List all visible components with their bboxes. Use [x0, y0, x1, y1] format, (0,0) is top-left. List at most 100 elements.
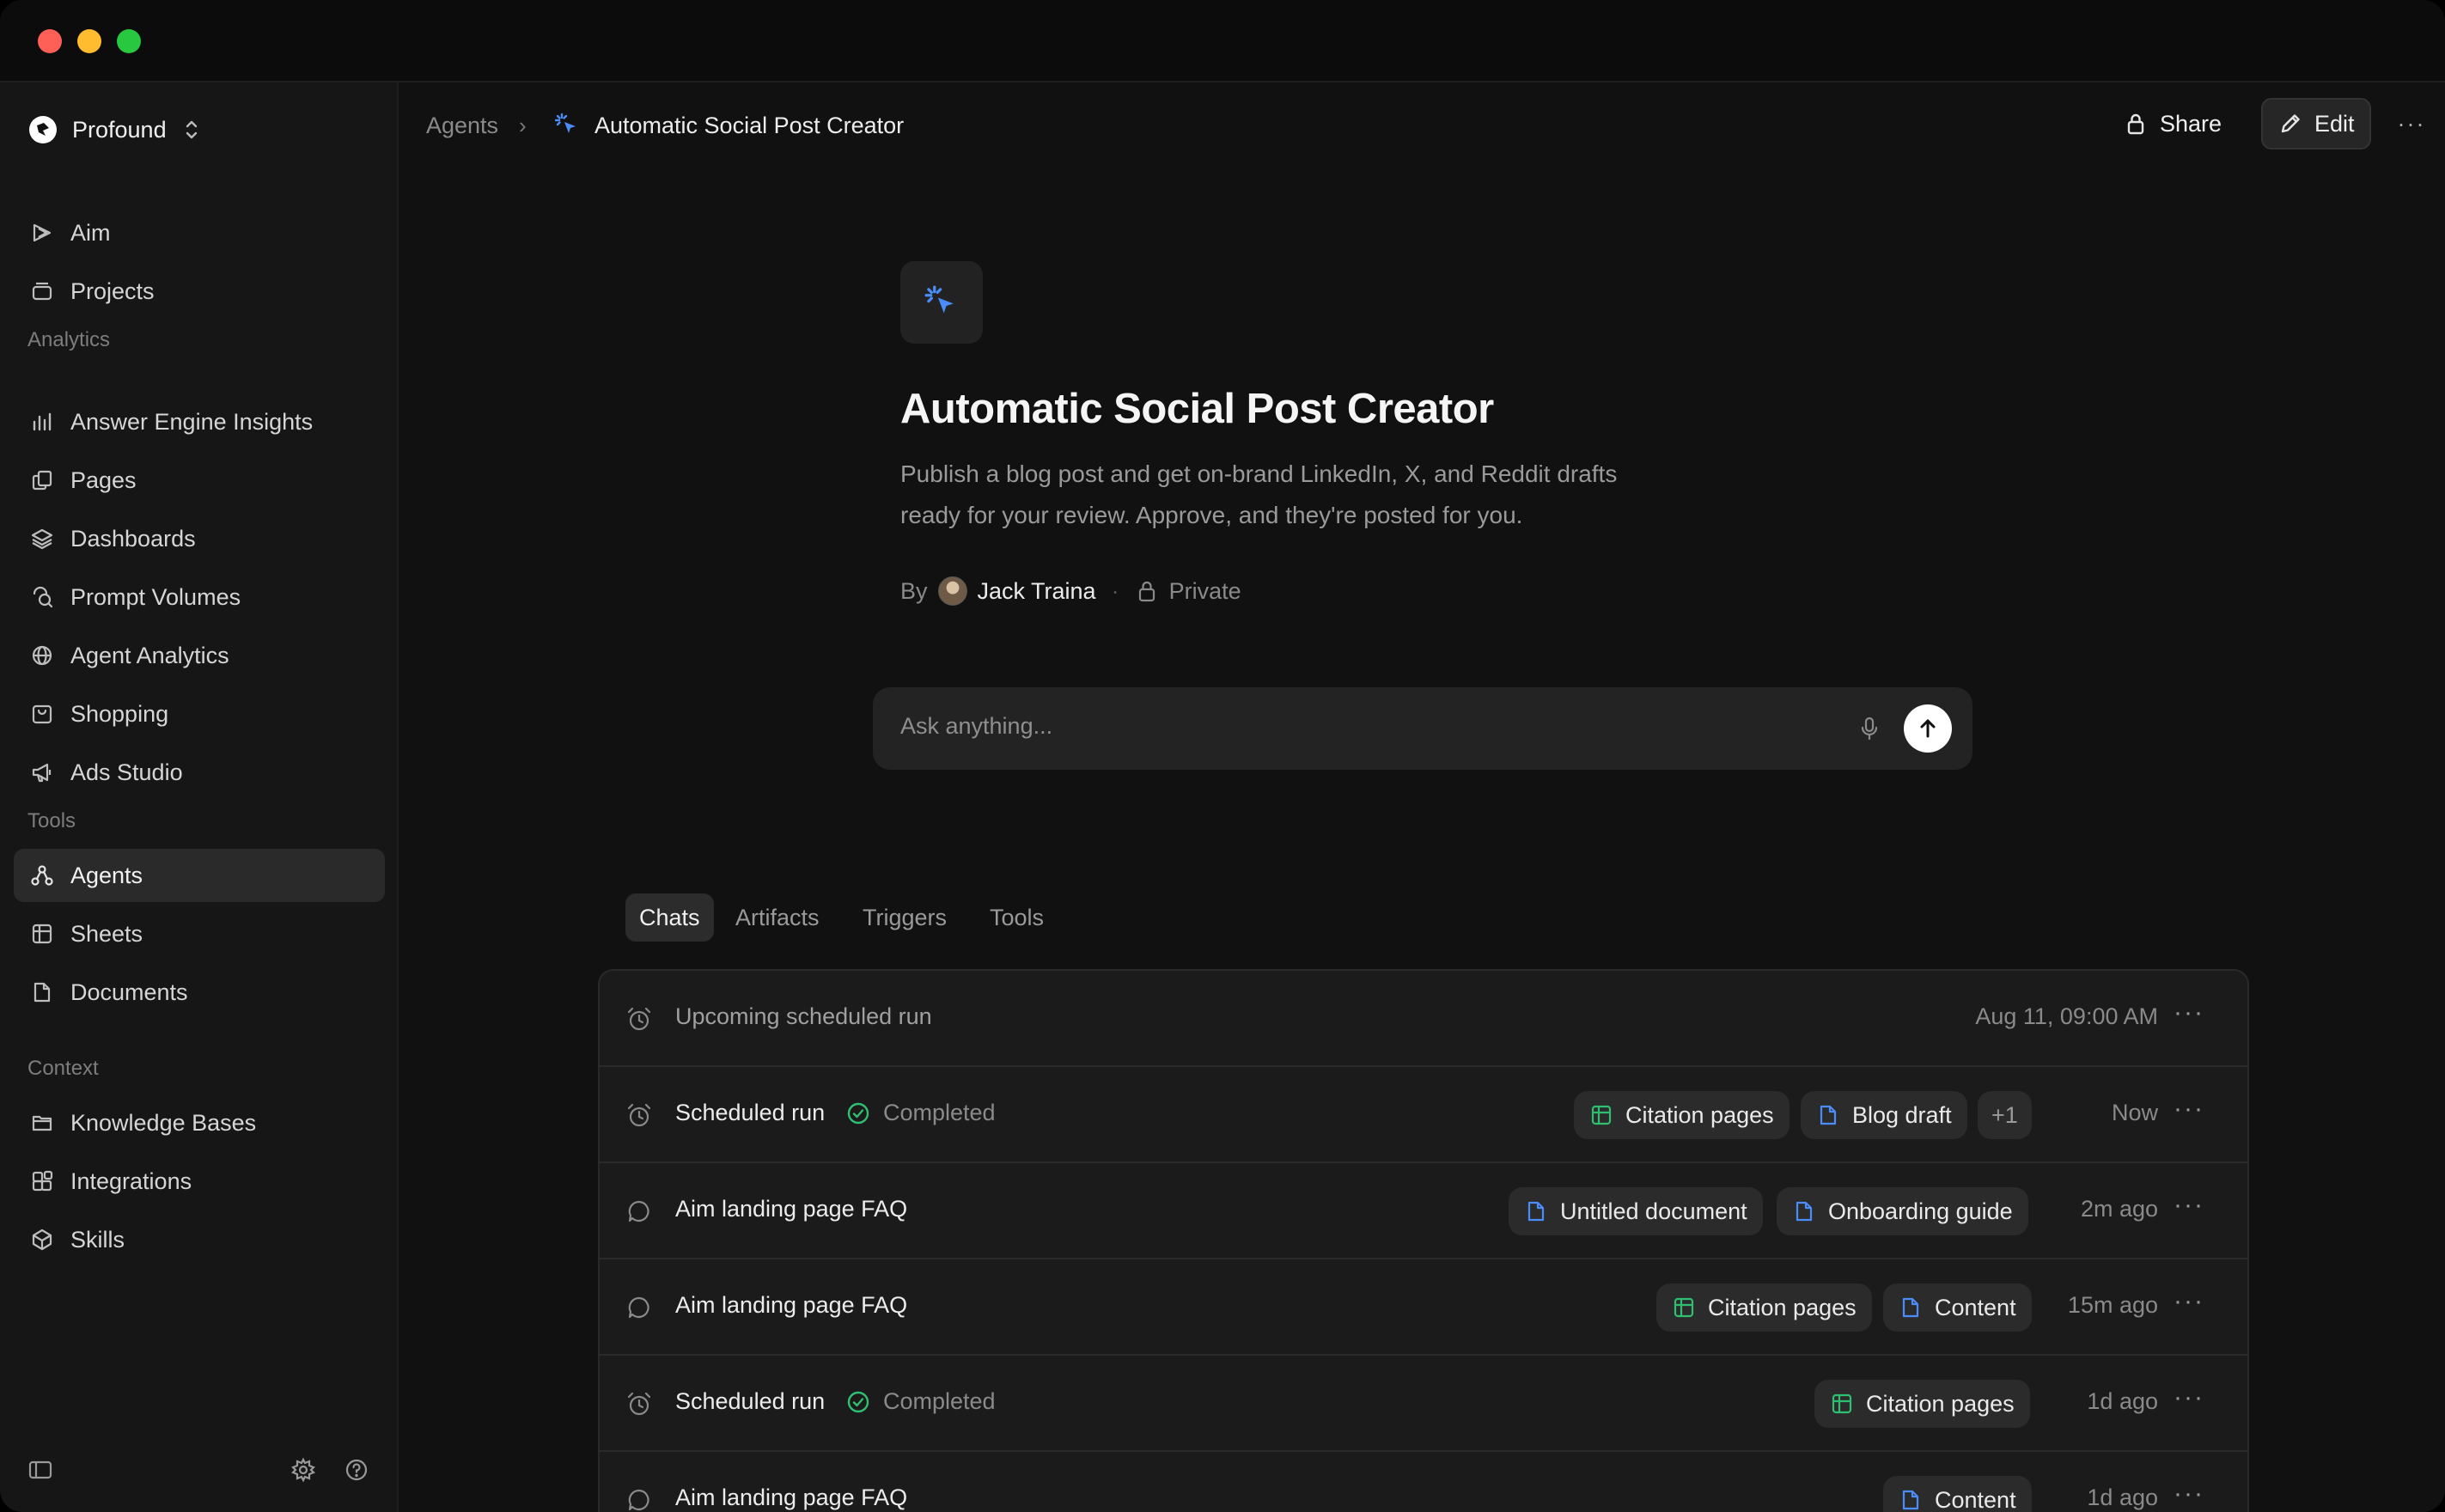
sidebar-item-label: Pages [70, 466, 137, 493]
table-icon [29, 921, 55, 947]
breadcrumb-separator: › [519, 112, 527, 138]
maximize-window-button[interactable] [117, 29, 141, 53]
sidebar-item-knowledge-bases[interactable]: Knowledge Bases [14, 1096, 385, 1149]
ask-input[interactable]: Ask anything... [873, 687, 1972, 770]
tab-artifacts[interactable]: Artifacts [722, 893, 833, 942]
row-title: Scheduled run [675, 1100, 826, 1125]
close-window-button[interactable] [38, 29, 62, 53]
bar-chart-icon [29, 409, 55, 435]
sidebar-item-label: Shopping [70, 700, 169, 727]
sidebar-item-pages[interactable]: Pages [14, 454, 385, 507]
help-icon[interactable] [344, 1457, 369, 1483]
sidebar-item-answer-engine-insights[interactable]: Answer Engine Insights [14, 395, 385, 448]
row-more-button[interactable]: ··· [2174, 1287, 2204, 1316]
check-circle-icon [847, 1391, 869, 1412]
row-title: Aim landing page FAQ [675, 1196, 908, 1222]
more-options-button[interactable]: ··· [2390, 98, 2433, 149]
row-time: 15m ago [2067, 1292, 2158, 1318]
artifact-chip[interactable]: Citation pages [1574, 1091, 1790, 1139]
ask-placeholder: Ask anything... [900, 713, 1053, 739]
chip-label: Onboarding guide [1828, 1198, 2013, 1224]
lock-icon [2124, 112, 2148, 136]
share-button[interactable]: Share [2115, 98, 2230, 149]
chip-label: Content [1935, 1294, 2016, 1320]
folder-icon [29, 1110, 55, 1136]
check-circle-icon [847, 1102, 869, 1124]
row-more-button[interactable]: ··· [2174, 1383, 2204, 1412]
agent-icon-tile [900, 261, 983, 344]
chip-label: Citation pages [1866, 1390, 2015, 1417]
author-name[interactable]: Jack Traina [978, 578, 1096, 605]
by-label: By [900, 577, 928, 604]
sidebar-item-projects[interactable]: Projects [14, 265, 385, 318]
artifact-chip[interactable]: Untitled document [1509, 1187, 1763, 1235]
sidebar-item-agent-analytics[interactable]: Agent Analytics [14, 629, 385, 682]
document-icon [1796, 1201, 1813, 1222]
list-item[interactable]: Scheduled run Completed Citation pages 1… [600, 1356, 2247, 1452]
tab-tools[interactable]: Tools [976, 893, 1058, 942]
sheet-icon [1591, 1105, 1612, 1125]
workspace-name: Profound [72, 116, 167, 143]
sidebar-item-agents[interactable]: Agents [14, 849, 385, 902]
sidebar-item-sheets[interactable]: Sheets [14, 907, 385, 960]
sidebar-item-documents[interactable]: Documents [14, 966, 385, 1019]
list-item[interactable]: Aim landing page FAQ Citation pages Cont… [600, 1259, 2247, 1356]
row-title: Upcoming scheduled run [675, 1003, 932, 1029]
artifact-chip[interactable]: Onboarding guide [1777, 1187, 2028, 1235]
sidebar-item-ads-studio[interactable]: Ads Studio [14, 746, 385, 799]
status-badge: Completed [845, 1100, 996, 1126]
tab-chats[interactable]: Chats [625, 893, 714, 942]
artifact-chip[interactable]: Content [1883, 1283, 2032, 1332]
avatar [937, 576, 967, 606]
document-icon [1820, 1105, 1837, 1125]
sidebar-item-label: Dashboards [70, 525, 196, 552]
agent-byline: By Jack Traina · Private [900, 572, 1241, 610]
row-time: 2m ago [2080, 1196, 2158, 1222]
sidebar-toggle-icon[interactable] [27, 1457, 53, 1483]
agent-description-line: Publish a blog post and get on-brand Lin… [900, 460, 1618, 487]
microphone-icon[interactable] [1854, 713, 1885, 744]
sidebar-item-label: Answer Engine Insights [70, 408, 314, 435]
artifact-chip[interactable]: Content [1883, 1476, 2032, 1512]
sidebar-item-dashboards[interactable]: Dashboards [14, 512, 385, 565]
list-item[interactable]: Aim landing page FAQ Untitled document O… [600, 1163, 2247, 1259]
globe-icon [29, 643, 55, 668]
sidebar-item-integrations[interactable]: Integrations [14, 1155, 385, 1208]
title-bar [0, 0, 2445, 82]
sidebar-item-skills[interactable]: Skills [14, 1213, 385, 1266]
artifact-chip[interactable]: Citation pages [1814, 1380, 2030, 1428]
row-more-button[interactable]: ··· [2174, 1094, 2204, 1124]
row-more-button[interactable]: ··· [2174, 1479, 2204, 1509]
status-badge: Completed [845, 1388, 996, 1415]
agents-icon [29, 863, 55, 888]
minimize-window-button[interactable] [77, 29, 101, 53]
cube-icon [29, 1227, 55, 1253]
sheet-icon [1832, 1393, 1852, 1414]
edit-button[interactable]: Edit [2261, 98, 2371, 149]
chats-list: Upcoming scheduled run Aug 11, 09:00 AM … [598, 969, 2249, 1512]
sidebar-item-label: Aim [70, 219, 111, 246]
sidebar-item-label: Prompt Volumes [70, 583, 241, 610]
row-more-button[interactable]: ··· [2174, 1191, 2204, 1220]
sidebar-item-aim[interactable]: Aim [14, 206, 385, 259]
sidebar-item-label: Integrations [70, 1168, 192, 1194]
send-button[interactable] [1904, 704, 1952, 753]
sidebar-item-shopping[interactable]: Shopping [14, 687, 385, 741]
list-item[interactable]: Scheduled run Completed Citation pages B… [600, 1067, 2247, 1163]
artifact-chip[interactable]: Citation pages [1656, 1283, 1872, 1332]
list-item[interactable]: Upcoming scheduled run Aug 11, 09:00 AM … [600, 971, 2247, 1067]
section-label-analytics: Analytics [27, 328, 111, 351]
workspace-switcher[interactable]: Profound [29, 108, 201, 151]
alarm-clock-icon [625, 1390, 653, 1418]
artifact-chip[interactable]: Blog draft [1801, 1091, 1967, 1139]
sidebar-item-prompt-volumes[interactable]: Prompt Volumes [14, 570, 385, 624]
settings-gear-icon[interactable] [290, 1457, 316, 1483]
more-artifacts-chip[interactable]: +1 [1978, 1091, 2032, 1139]
arrow-up-icon [1920, 719, 1936, 738]
tab-triggers[interactable]: Triggers [849, 893, 960, 942]
list-item[interactable]: Aim landing page FAQ Content 1d ago ··· [600, 1452, 2247, 1512]
chat-bubble-icon [625, 1294, 653, 1321]
cursor-click-icon [553, 112, 581, 139]
breadcrumb-agents-link[interactable]: Agents [426, 108, 498, 143]
row-more-button[interactable]: ··· [2174, 998, 2204, 1027]
